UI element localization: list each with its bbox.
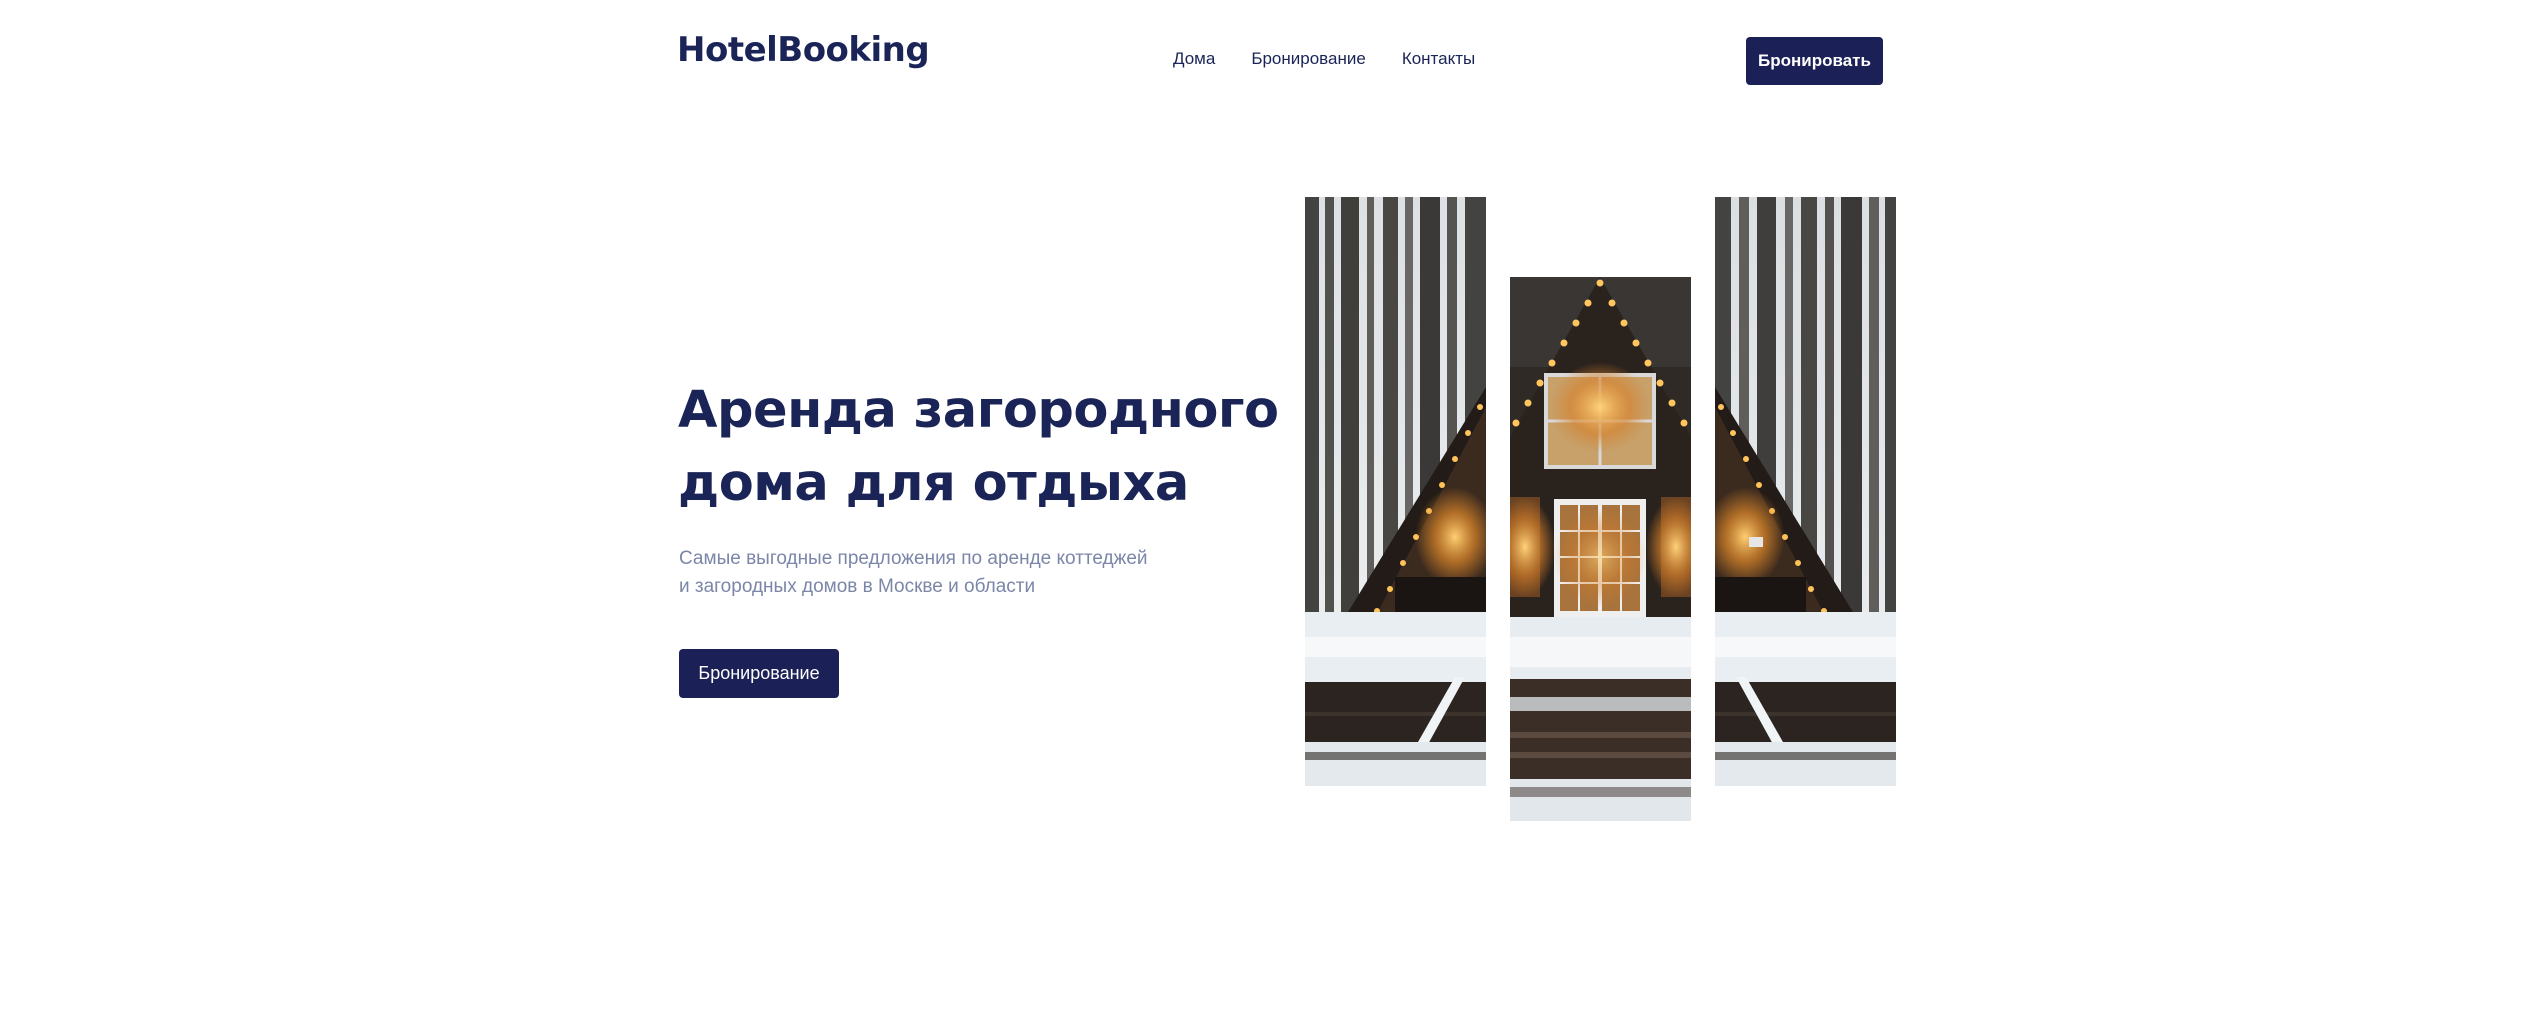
hero-subtitle-line-1: Самые выгодные предложения по аренде кот… <box>679 548 1148 569</box>
cabin-image-right <box>1715 197 1896 786</box>
hero-subtitle-line-2: и загородных домов в Москве и области <box>679 576 1036 597</box>
hero-title-line-2: дома для отдыха <box>678 454 1189 513</box>
nav-item-booking[interactable]: Бронирование <box>1251 49 1366 69</box>
hero-title: Аренда загородного дома для отдыха <box>678 374 1298 520</box>
logo[interactable]: HotelBooking <box>677 30 930 70</box>
hero-title-line-1: Аренда загородного <box>678 381 1279 440</box>
cabin-image-left <box>1305 197 1486 786</box>
nav-item-contacts[interactable]: Контакты <box>1402 49 1475 69</box>
main-nav: Дома Бронирование Контакты <box>1173 49 1475 69</box>
cabin-image-center <box>1510 277 1691 821</box>
hero-booking-button[interactable]: Бронирование <box>679 649 839 698</box>
header-book-button[interactable]: Бронировать <box>1746 37 1883 85</box>
nav-item-houses[interactable]: Дома <box>1173 49 1215 69</box>
page: HotelBooking Дома Бронирование Контакты … <box>0 0 2543 1020</box>
hero-subtitle: Самые выгодные предложения по аренде кот… <box>679 545 1239 601</box>
